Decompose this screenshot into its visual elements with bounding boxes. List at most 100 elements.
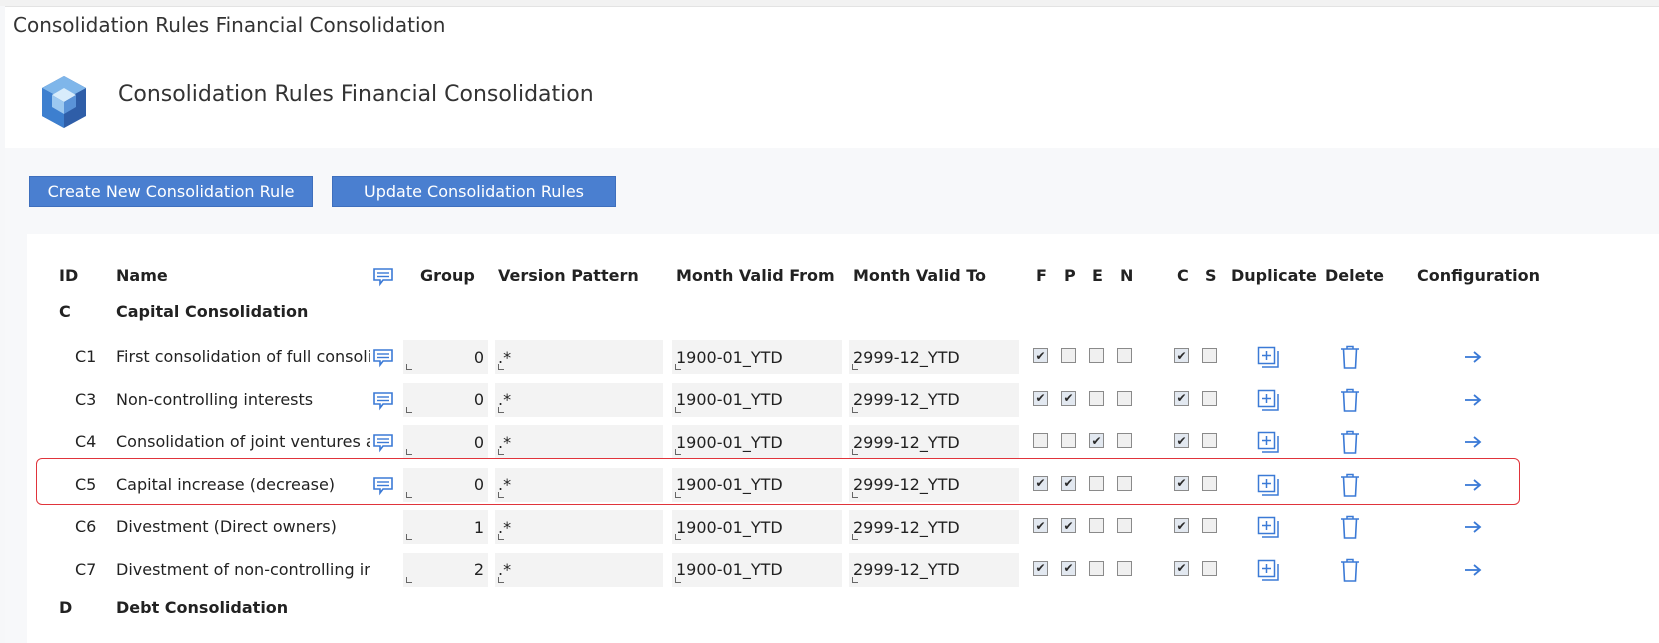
comment-icon[interactable] xyxy=(372,348,394,368)
row-name: Non-controlling interests xyxy=(116,389,314,409)
version-pattern-input[interactable]: .* xyxy=(495,425,663,459)
comment-icon[interactable] xyxy=(372,476,394,496)
month-valid-to-input[interactable]: 2999-12_YTD xyxy=(849,510,1019,544)
group-input[interactable]: 0 xyxy=(403,425,488,459)
month-valid-from-input[interactable]: 1900-01_YTD xyxy=(672,382,842,417)
section-name: Capital Consolidation xyxy=(116,302,309,321)
update-rules-button[interactable]: Update Consolidation Rules xyxy=(332,176,616,207)
checkbox-p[interactable] xyxy=(1061,348,1076,363)
checkbox-f[interactable]: ✔ xyxy=(1033,518,1048,533)
checkbox-f[interactable]: ✔ xyxy=(1033,348,1048,363)
checkbox-n[interactable] xyxy=(1117,390,1132,406)
month-valid-to-input[interactable]: 2999-12_YTD xyxy=(849,382,1019,417)
arrow-right-icon[interactable] xyxy=(1464,520,1482,534)
checkbox-c[interactable]: ✔ xyxy=(1174,390,1189,406)
month-valid-to-input[interactable]: 2999-12_YTD xyxy=(849,340,1019,374)
arrow-right-icon[interactable] xyxy=(1464,478,1482,492)
month-valid-to-input[interactable]: 2999-12_YTD xyxy=(849,552,1019,587)
group-input[interactable]: 1 xyxy=(403,510,488,544)
checkbox-p[interactable]: ✔ xyxy=(1061,518,1076,533)
version-pattern-input[interactable]: .* xyxy=(495,510,663,544)
checkbox-p[interactable]: ✔ xyxy=(1061,390,1076,406)
checkbox-e[interactable] xyxy=(1089,475,1104,491)
checkbox-s[interactable] xyxy=(1202,348,1217,363)
create-rule-button[interactable]: Create New Consolidation Rule xyxy=(29,176,313,207)
month-valid-to-input[interactable]: 2999-12_YTD xyxy=(849,425,1019,459)
duplicate-icon[interactable] xyxy=(1256,558,1280,582)
group-input[interactable]: 0 xyxy=(403,382,488,417)
comment-icon[interactable] xyxy=(372,391,394,411)
comment-icon[interactable] xyxy=(372,433,394,453)
arrow-right-icon[interactable] xyxy=(1464,435,1482,449)
checkbox-f[interactable]: ✔ xyxy=(1033,560,1048,576)
arrow-right-icon[interactable] xyxy=(1464,563,1482,577)
checkbox-f[interactable]: ✔ xyxy=(1033,475,1048,491)
month-valid-from-input[interactable]: 1900-01_YTD xyxy=(672,340,842,374)
duplicate-icon[interactable] xyxy=(1256,430,1280,454)
checkbox-e[interactable] xyxy=(1089,560,1104,576)
version-pattern-input[interactable]: .* xyxy=(495,382,663,417)
section-id: D xyxy=(59,598,73,617)
checkbox-s[interactable] xyxy=(1202,433,1217,448)
checkbox-p[interactable]: ✔ xyxy=(1061,475,1076,491)
checkbox-s[interactable] xyxy=(1202,560,1217,576)
trash-icon[interactable] xyxy=(1340,388,1360,413)
trash-icon[interactable] xyxy=(1340,345,1360,370)
checkbox-e[interactable]: ✔ xyxy=(1089,433,1104,448)
trash-icon[interactable] xyxy=(1340,473,1360,498)
checkbox-e[interactable] xyxy=(1089,390,1104,406)
month-valid-from-input[interactable]: 1900-01_YTD xyxy=(672,510,842,544)
comment-icon[interactable] xyxy=(372,267,394,287)
checkbox-e[interactable] xyxy=(1089,518,1104,533)
checkbox-p[interactable]: ✔ xyxy=(1061,560,1076,576)
col-header-delete: Delete xyxy=(1325,266,1384,285)
table-row[interactable]: C6 Divestment (Direct owners) 1 .* 1900-… xyxy=(27,506,1659,548)
checkbox-n[interactable] xyxy=(1117,518,1132,533)
table-row[interactable]: C3 Non-controlling interests 0 .* 1900-0… xyxy=(27,379,1659,421)
group-input[interactable]: 0 xyxy=(403,467,488,502)
checkbox-n[interactable] xyxy=(1117,560,1132,576)
rules-grid: ID Name Group Version Pattern Month Vali… xyxy=(27,234,1659,643)
month-valid-from-input[interactable]: 1900-01_YTD xyxy=(672,552,842,587)
checkbox-c[interactable]: ✔ xyxy=(1174,433,1189,448)
version-pattern-input[interactable]: .* xyxy=(495,467,663,502)
checkbox-f[interactable]: ✔ xyxy=(1033,390,1048,406)
checkbox-s[interactable] xyxy=(1202,390,1217,406)
checkbox-p[interactable] xyxy=(1061,433,1076,448)
table-row[interactable]: C5 Capital increase (decrease) 0 .* 1900… xyxy=(27,464,1659,506)
trash-icon[interactable] xyxy=(1340,430,1360,455)
checkbox-c[interactable]: ✔ xyxy=(1174,560,1189,576)
month-valid-from-input[interactable]: 1900-01_YTD xyxy=(672,425,842,459)
group-input[interactable]: 0 xyxy=(403,340,488,374)
checkbox-n[interactable] xyxy=(1117,433,1132,448)
row-id: C1 xyxy=(75,347,97,366)
table-row[interactable]: C7 Divestment of non-controlling int 2 .… xyxy=(27,549,1659,591)
checkbox-f[interactable] xyxy=(1033,433,1048,448)
checkbox-c[interactable]: ✔ xyxy=(1174,475,1189,491)
version-pattern-input[interactable]: .* xyxy=(495,552,663,587)
group-input[interactable]: 2 xyxy=(403,552,488,587)
duplicate-icon[interactable] xyxy=(1256,388,1280,412)
trash-icon[interactable] xyxy=(1340,558,1360,583)
month-valid-to-input[interactable]: 2999-12_YTD xyxy=(849,467,1019,502)
arrow-right-icon[interactable] xyxy=(1464,393,1482,407)
checkbox-s[interactable] xyxy=(1202,475,1217,491)
duplicate-icon[interactable] xyxy=(1256,345,1280,369)
trash-icon[interactable] xyxy=(1340,515,1360,540)
table-row[interactable]: C4 Consolidation of joint ventures ar 0 … xyxy=(27,421,1659,463)
checkbox-s[interactable] xyxy=(1202,518,1217,533)
checkbox-c[interactable]: ✔ xyxy=(1174,348,1189,363)
row-id: C7 xyxy=(75,559,97,579)
row-name: First consolidation of full consolid xyxy=(116,347,370,366)
checkbox-c[interactable]: ✔ xyxy=(1174,518,1189,533)
month-valid-from-input[interactable]: 1900-01_YTD xyxy=(672,467,842,502)
checkbox-n[interactable] xyxy=(1117,348,1132,363)
duplicate-icon[interactable] xyxy=(1256,515,1280,539)
table-row[interactable]: C1 First consolidation of full consolid … xyxy=(27,336,1659,378)
arrow-right-icon[interactable] xyxy=(1464,350,1482,364)
col-header-f: F xyxy=(1036,266,1047,285)
duplicate-icon[interactable] xyxy=(1256,473,1280,497)
version-pattern-input[interactable]: .* xyxy=(495,340,663,374)
checkbox-n[interactable] xyxy=(1117,475,1132,491)
checkbox-e[interactable] xyxy=(1089,348,1104,363)
